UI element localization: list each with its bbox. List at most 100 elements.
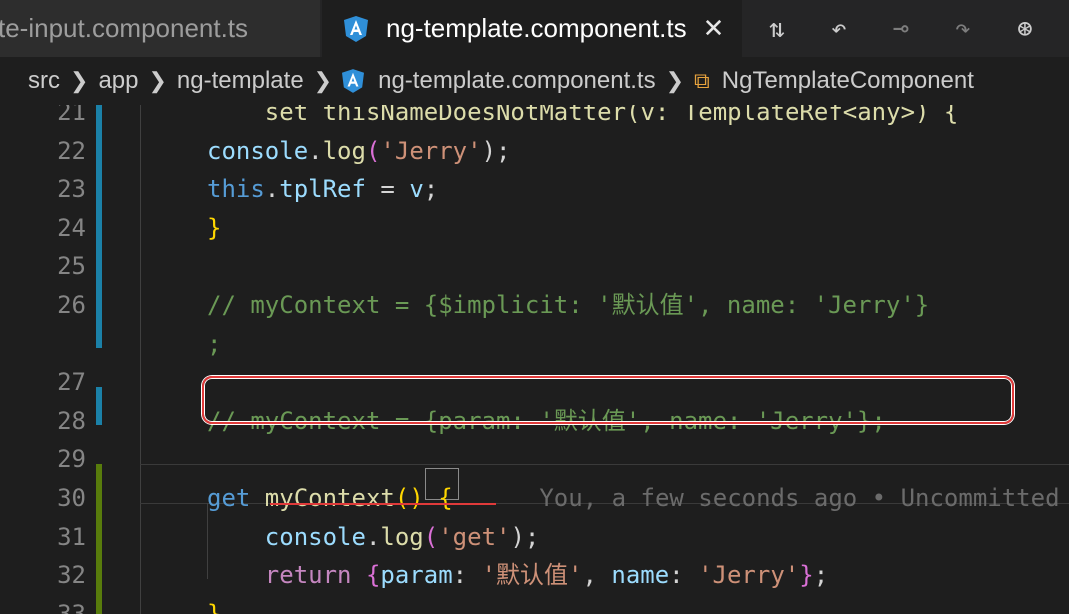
code-line[interactable]: 23 this.tplRef = v; <box>0 170 1069 208</box>
code-text: console.log('get'); <box>207 518 540 556</box>
code-text: this.tplRef = v; <box>207 170 438 208</box>
code-line[interactable]: 29 <box>0 440 1069 478</box>
code-token: param <box>380 561 453 590</box>
class-symbol-icon: ⧉ <box>694 68 710 93</box>
code-token: { <box>365 561 381 590</box>
code-token: } <box>207 599 222 614</box>
code-text: console.log('Jerry'); <box>207 132 510 170</box>
code-text: } <box>207 209 221 247</box>
code-token: myContext <box>264 484 395 512</box>
code-token: console <box>207 136 309 165</box>
code-text: } <box>207 595 221 614</box>
code-token: return <box>207 561 352 590</box>
breadcrumb-src[interactable]: src <box>28 67 60 95</box>
line-number: 27 <box>57 368 86 397</box>
line-number: 29 <box>57 445 86 474</box>
code-token: this <box>207 175 265 204</box>
code-token: } <box>799 561 814 590</box>
editor-actions: ⇅ ↶ ⊸ ↷ ⊛ <box>760 0 1042 57</box>
line-number: 22 <box>57 136 86 165</box>
code-token: console <box>207 522 366 551</box>
breadcrumb-app[interactable]: app <box>98 67 138 95</box>
annotation-underline <box>270 503 496 505</box>
tab-label: te-input.component.ts <box>0 13 249 43</box>
line-number: 25 <box>57 252 86 281</box>
code-line[interactable]: 33} <box>0 595 1069 614</box>
line-number: 24 <box>57 213 86 242</box>
line-number: 32 <box>57 561 86 590</box>
angular-icon <box>344 15 368 42</box>
code-token: 'Jerry' <box>380 136 482 165</box>
previous-change-icon[interactable]: ↶ <box>822 14 856 44</box>
code-token: , <box>582 561 612 590</box>
code-token: log <box>322 136 366 165</box>
next-change-icon[interactable]: ↷ <box>946 14 980 44</box>
code-token: ); <box>510 522 540 551</box>
code-token: . <box>264 175 280 204</box>
code-token: v <box>409 175 424 204</box>
code-token: set thisNameDoesNotMatter(v: TemplateRef… <box>207 105 959 126</box>
code-token: . <box>365 522 381 551</box>
line-number: 28 <box>57 406 86 435</box>
code-token: 'Jerry' <box>698 561 800 590</box>
line-number: 26 <box>57 291 86 319</box>
code-token: // myContext = {$implicit: '默认值', name: … <box>207 291 930 319</box>
code-token: ); <box>481 136 511 165</box>
code-token: 'get' <box>438 522 511 551</box>
code-token: ; <box>207 329 222 358</box>
code-token: ; <box>813 561 829 590</box>
line-number: 30 <box>57 484 86 512</box>
code-token: tplRef <box>279 175 366 204</box>
code-token: '默认值' <box>481 561 583 590</box>
code-token: ; <box>423 175 439 204</box>
tab-te-input-component[interactable]: te-input.component.ts <box>0 0 320 57</box>
code-token: } <box>207 213 222 242</box>
code-line[interactable]: 26 // myContext = {$implicit: '默认值', name… <box>0 286 1069 324</box>
code-token: = <box>365 175 410 204</box>
annotation-highlight-box <box>202 376 1014 424</box>
code-text: get myContext() { You, a few seconds ago… <box>207 479 1069 517</box>
chevron-right-icon: ❯ <box>70 68 89 93</box>
code-line[interactable]: 30 get myContext() { You, a few seconds a… <box>0 479 1069 517</box>
code-text: return {param: '默认值', name: 'Jerry'}; <box>207 556 828 594</box>
code-text: set thisNameDoesNotMatter(v: TemplateRef… <box>207 105 959 131</box>
code-token: () <box>394 484 424 512</box>
angular-icon <box>342 69 365 93</box>
code-line[interactable]: 25 <box>0 247 1069 285</box>
code-line[interactable]: 21 set thisNameDoesNotMatter(v: Template… <box>0 105 1069 131</box>
code-editor[interactable]: 21 set thisNameDoesNotMatter(v: Template… <box>0 105 1069 614</box>
code-line[interactable]: 31 console.log('get'); <box>0 518 1069 556</box>
code-line[interactable]: 24} <box>0 209 1069 247</box>
code-token: . <box>308 136 323 165</box>
breadcrumb-file[interactable]: ng-template.component.ts <box>378 67 656 95</box>
code-line[interactable]: 22 console.log('Jerry'); <box>0 132 1069 170</box>
git-icon[interactable]: ⊛ <box>1008 14 1042 44</box>
tab-label: ng-template.component.ts <box>386 13 687 43</box>
code-token: ( <box>365 136 381 165</box>
code-token: get <box>207 484 265 512</box>
code-line[interactable]: ; <box>0 325 1069 363</box>
breadcrumb-symbol[interactable]: NgTemplateComponent <box>722 67 974 95</box>
line-number: 33 <box>57 599 86 614</box>
code-line[interactable]: 32 return {param: '默认值', name: 'Jerry'}; <box>0 556 1069 594</box>
code-text: // myContext = {$implicit: '默认值', name: … <box>207 286 929 324</box>
compare-changes-icon[interactable]: ⇅ <box>760 14 794 44</box>
chevron-right-icon: ❯ <box>148 68 167 93</box>
tab-ng-template-component[interactable]: ng-template.component.ts ✕ <box>322 0 742 57</box>
line-number: 21 <box>57 105 86 126</box>
code-token: : <box>452 561 482 590</box>
close-icon[interactable]: ✕ <box>703 13 725 44</box>
code-token: name <box>611 561 670 590</box>
tab-bar: te-input.component.ts ng-template.compon… <box>0 0 1069 57</box>
line-number: 31 <box>57 522 86 551</box>
line-number: 23 <box>57 175 86 204</box>
revert-change-icon[interactable]: ⊸ <box>884 14 918 44</box>
breadcrumb-ng-template[interactable]: ng-template <box>177 67 304 95</box>
code-token: You, a few seconds ago • Uncommitted cha… <box>539 484 1060 512</box>
code-token: ( <box>423 522 439 551</box>
chevron-right-icon: ❯ <box>665 68 685 93</box>
code-token: : <box>669 561 699 590</box>
breadcrumb: src ❯ app ❯ ng-template ❯ ng-template.co… <box>0 57 1069 105</box>
